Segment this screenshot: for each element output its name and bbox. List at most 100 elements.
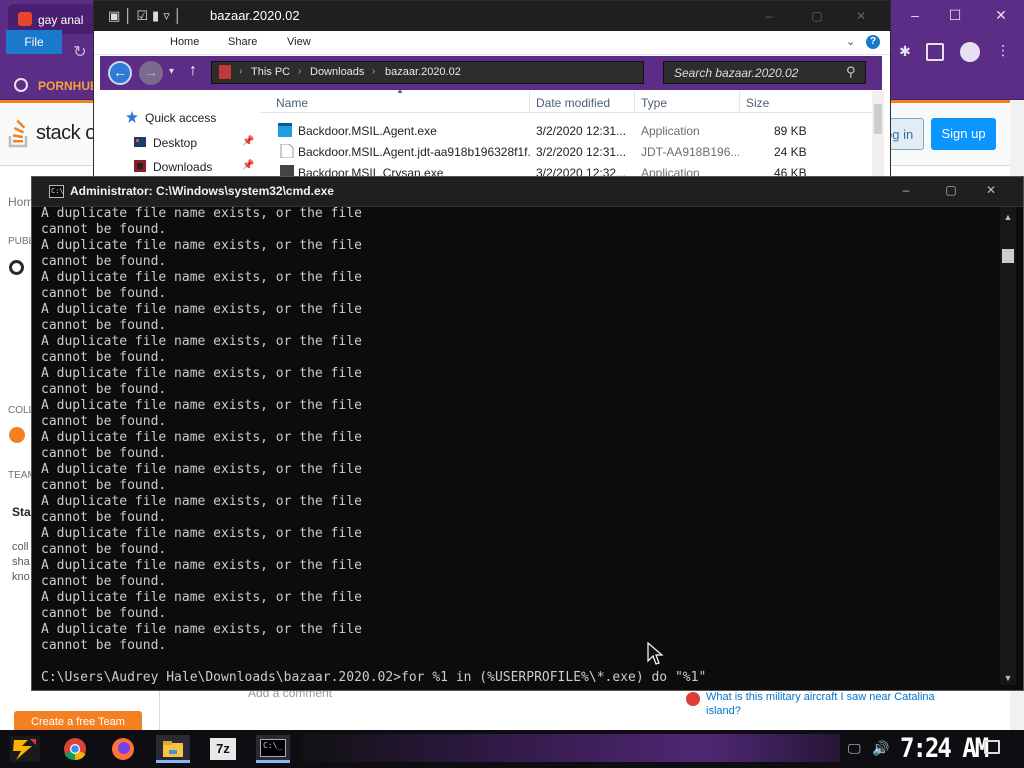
file-type: JDT-AA918B196...: [641, 145, 739, 159]
column-divider[interactable]: [529, 91, 530, 113]
bookmark-item[interactable]: PORNHUB: [38, 79, 99, 93]
network-icon[interactable]: 🖵: [848, 741, 861, 757]
side-panel-icon[interactable]: [926, 43, 944, 61]
column-divider[interactable]: [739, 91, 740, 113]
quick-access-toolbar[interactable]: ▣│☑▮▿│: [108, 8, 186, 24]
nav-item-downloads[interactable]: Downloads: [153, 160, 212, 174]
create-team-button[interactable]: Create a free Team: [14, 711, 142, 730]
signup-button[interactable]: Sign up: [931, 118, 996, 150]
tab-title: gay anal: [38, 13, 84, 27]
up-button[interactable]: ↑: [189, 62, 197, 80]
breadcrumb-separator-icon: ›: [239, 66, 243, 77]
taskbar-decoration: [300, 734, 840, 762]
breadcrumb-folder[interactable]: bazaar.2020.02: [385, 66, 461, 78]
nav-item-quick-access[interactable]: Quick access: [145, 111, 216, 125]
cmd-maximize-button[interactable]: ▢: [939, 183, 963, 197]
file-name: Backdoor.MSIL.Agent.exe: [298, 124, 437, 138]
downloads-icon: [134, 160, 146, 172]
cmd-taskbar-label: C:\_: [260, 739, 286, 757]
column-type[interactable]: Type: [641, 96, 667, 110]
cmd-scrollbar-thumb[interactable]: [1002, 249, 1014, 263]
back-button[interactable]: ←: [108, 61, 132, 85]
sort-indicator-icon: ▲: [396, 86, 404, 95]
folder-location-icon: [219, 65, 231, 79]
file-explorer-icon[interactable]: [156, 735, 190, 763]
browser-menu-icon[interactable]: ⋮: [996, 42, 1010, 59]
browser-close-button[interactable]: ✕: [990, 6, 1012, 24]
cmd-close-button[interactable]: ✕: [979, 183, 1003, 197]
collectives-icon: [9, 427, 25, 443]
explorer-maximize-button[interactable]: ▢: [806, 9, 828, 23]
cmd-title: Administrator: C:\Windows\system32\cmd.e…: [70, 184, 334, 198]
mouse-cursor-icon: [647, 642, 664, 665]
cmd-scrollbar[interactable]: [1000, 207, 1016, 685]
extensions-icon[interactable]: ✱: [896, 43, 914, 61]
hot-question-link[interactable]: What is this military aircraft I saw nea…: [706, 690, 946, 718]
star-icon: [126, 111, 138, 123]
exe-icon: [278, 123, 292, 137]
column-size[interactable]: Size: [746, 96, 769, 110]
sidebar-item-home[interactable]: Hom: [8, 195, 33, 209]
cmd-window-icon[interactable]: C:\: [49, 185, 64, 198]
ribbon-tabs: [94, 31, 890, 55]
scroll-up-icon[interactable]: ▲: [1000, 209, 1016, 225]
start-icon[interactable]: [10, 736, 40, 762]
file-row[interactable]: Backdoor.MSIL.Crysan.exe 3/2/2020 12:32.…: [260, 163, 872, 177]
desktop-icon: [134, 137, 146, 147]
firefox-icon[interactable]: [106, 735, 140, 763]
file-row[interactable]: Backdoor.MSIL.Agent.jdt-aa918b196328f1f.…: [260, 142, 872, 163]
bookmark-icon: [14, 78, 28, 92]
column-divider[interactable]: [634, 91, 635, 113]
forward-button[interactable]: →: [139, 61, 163, 85]
notification-icon[interactable]: [984, 740, 1000, 754]
file-name: Backdoor.MSIL.Agent.jdt-aa918b196328f1f.…: [298, 145, 530, 159]
chrome-icon[interactable]: [58, 735, 92, 763]
cmd-icon[interactable]: C:\_: [256, 735, 290, 763]
cmd-window: C:\ Administrator: C:\Windows\system32\c…: [31, 176, 1024, 691]
taskbar-clock[interactable]: 7:24 AM: [900, 733, 989, 764]
cmd-input-line[interactable]: C:\Users\Audrey Hale\Downloads\bazaar.20…: [41, 670, 706, 686]
recent-locations-icon[interactable]: ▾: [169, 66, 174, 77]
column-name[interactable]: Name: [276, 96, 308, 110]
ribbon-file-tab[interactable]: File: [6, 30, 62, 54]
file-date: 3/2/2020 12:31...: [536, 124, 627, 138]
explorer-minimize-button[interactable]: –: [758, 9, 780, 23]
nav-item-desktop[interactable]: Desktop: [153, 136, 197, 150]
ribbon-tab-view[interactable]: View: [287, 36, 311, 48]
search-icon[interactable]: ⚲: [846, 64, 856, 80]
breadcrumb-this-pc[interactable]: This PC: [251, 66, 290, 78]
reload-icon[interactable]: ↻: [70, 42, 90, 62]
ribbon-tab-home[interactable]: Home: [170, 36, 199, 48]
file-type: Application: [641, 124, 700, 138]
breadcrumb-separator-icon: ›: [372, 66, 376, 77]
file-list-scrollbar-thumb[interactable]: [874, 104, 882, 134]
explorer-title: bazaar.2020.02: [210, 8, 300, 23]
breadcrumb-separator-icon: ›: [298, 66, 302, 77]
breadcrumb-downloads[interactable]: Downloads: [310, 66, 364, 78]
ribbon-expand-icon[interactable]: ⌄: [846, 35, 855, 48]
search-input[interactable]: Search bazaar.2020.02: [663, 61, 866, 84]
pin-icon[interactable]: 📌: [242, 136, 254, 147]
hot-question-site-icon: [686, 692, 700, 706]
globe-icon: [9, 260, 24, 275]
7zip-label: 7z: [210, 738, 236, 760]
cmd-output: A duplicate file name exists, or the fil…: [41, 206, 362, 653]
stackoverflow-logo-icon[interactable]: [8, 116, 30, 148]
volume-icon[interactable]: 🔊: [872, 740, 889, 757]
cmd-minimize-button[interactable]: –: [894, 183, 918, 197]
column-date-modified[interactable]: Date modified: [536, 96, 610, 110]
browser-maximize-button[interactable]: ☐: [944, 6, 966, 24]
explorer-close-button[interactable]: ✕: [850, 9, 872, 23]
ribbon-tab-share[interactable]: Share: [228, 36, 257, 48]
browser-minimize-button[interactable]: –: [904, 6, 926, 24]
help-icon[interactable]: ?: [866, 35, 880, 49]
file-size: 89 KB: [774, 124, 807, 138]
scroll-down-icon[interactable]: ▼: [1000, 670, 1016, 686]
file-icon: [280, 144, 294, 158]
file-size: 24 KB: [774, 145, 807, 159]
7zip-icon[interactable]: 7z: [206, 735, 240, 763]
file-row[interactable]: Backdoor.MSIL.Agent.exe 3/2/2020 12:31..…: [260, 121, 872, 142]
pin-icon[interactable]: 📌: [242, 160, 254, 171]
file-date: 3/2/2020 12:31...: [536, 145, 627, 159]
profile-avatar[interactable]: [960, 42, 980, 62]
